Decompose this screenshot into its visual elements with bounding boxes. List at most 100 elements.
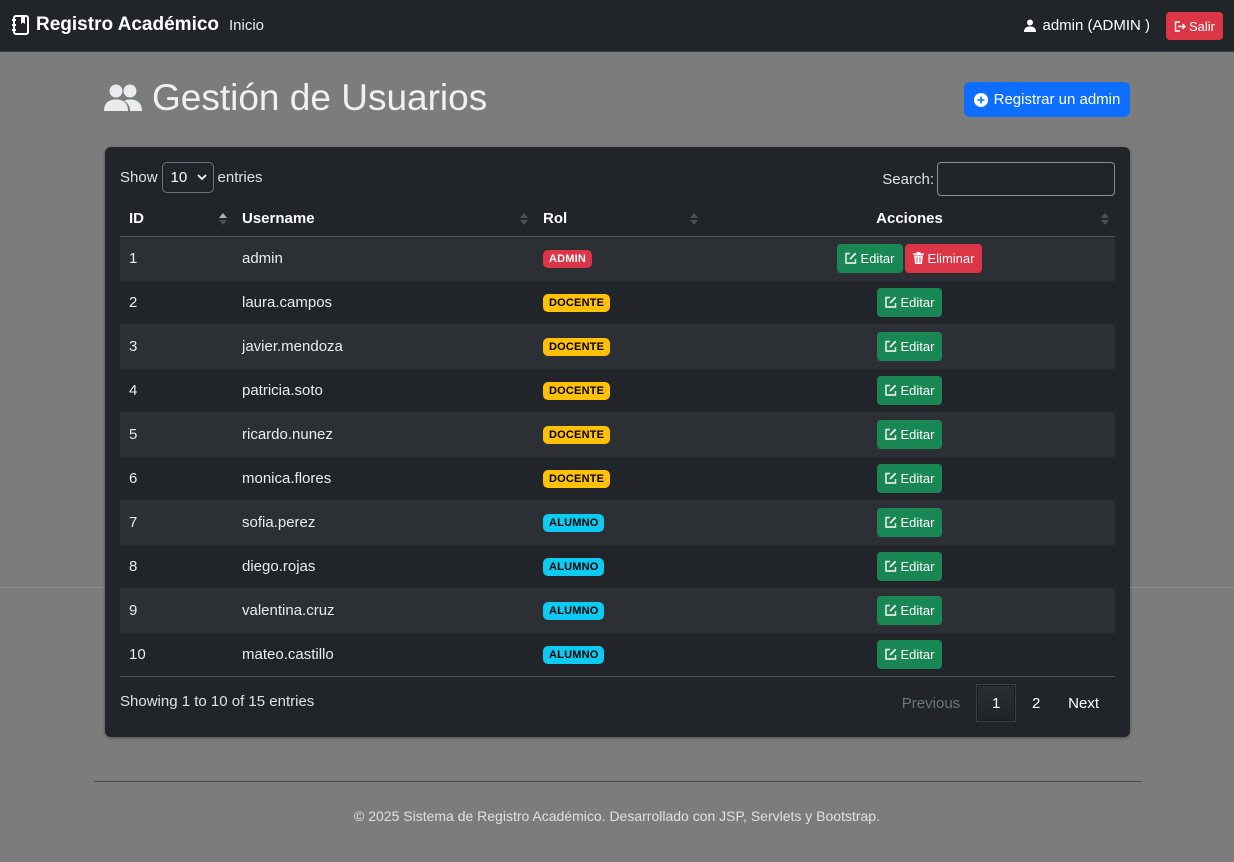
cell-acciones: Editar Eliminar: [704, 236, 1115, 281]
edit-button[interactable]: Editar: [876, 595, 943, 625]
cell-id: 6: [120, 456, 233, 501]
pagination-next[interactable]: Next: [1056, 684, 1115, 722]
cell-rol: ALUMNO: [534, 500, 704, 545]
logout-button[interactable]: Salir: [1166, 12, 1223, 40]
cell-id: 10: [120, 632, 233, 677]
pencil-square-icon: [884, 560, 896, 572]
pencil-square-icon: [884, 296, 896, 308]
length-control: Show 10 entries: [120, 162, 263, 193]
pencil-square-icon: [844, 252, 856, 264]
users-table: ID Username Rol Acciones 1 admin ADMIN E…: [120, 202, 1115, 677]
trash-icon: [912, 252, 924, 264]
table-row: 4 patricia.soto DOCENTE Editar: [120, 368, 1115, 413]
cell-rol: DOCENTE: [534, 280, 704, 325]
cell-rol: DOCENTE: [534, 412, 704, 457]
cell-acciones: Editar: [704, 412, 1115, 457]
current-user: admin (ADMIN ): [1024, 17, 1150, 34]
footer-text: © 2025 Sistema de Registro Académico. De…: [354, 808, 880, 824]
cell-username: laura.campos: [233, 280, 534, 325]
role-badge: DOCENTE: [543, 469, 611, 488]
search-control: Search:: [882, 162, 1115, 196]
delete-button[interactable]: Eliminar: [904, 243, 983, 273]
table-row: 9 valentina.cruz ALUMNO Editar: [120, 588, 1115, 633]
pagination-previous[interactable]: Previous: [890, 684, 976, 722]
table-row: 6 monica.flores DOCENTE Editar: [120, 456, 1115, 501]
cell-acciones: Editar: [704, 544, 1115, 589]
entries-select-value: 10: [170, 169, 188, 186]
cell-rol: DOCENTE: [534, 368, 704, 413]
column-header-acciones[interactable]: Acciones: [704, 202, 1115, 237]
person-icon: [1024, 19, 1037, 32]
table-row: 10 mateo.castillo ALUMNO Editar: [120, 632, 1115, 677]
cell-rol: DOCENTE: [534, 324, 704, 369]
sort-arrows-icon: [690, 213, 698, 225]
pagination-page-1[interactable]: 1: [976, 684, 1017, 722]
edit-button[interactable]: Editar: [836, 243, 903, 273]
register-admin-label: Registrar un admin: [993, 91, 1121, 108]
edit-button[interactable]: Editar: [876, 331, 943, 361]
cell-acciones: Editar: [704, 456, 1115, 501]
table-row: 2 laura.campos DOCENTE Editar: [120, 280, 1115, 325]
page-title: Gestión de Usuarios: [104, 77, 487, 119]
cell-username: javier.mendoza: [233, 324, 534, 369]
logout-label: Salir: [1188, 18, 1215, 34]
cell-username: patricia.soto: [233, 368, 534, 413]
entries-select[interactable]: 10: [161, 162, 214, 193]
cell-username: diego.rojas: [233, 544, 534, 589]
cell-id: 7: [120, 500, 233, 545]
pencil-square-icon: [884, 648, 896, 660]
sort-arrows-icon: [1101, 213, 1109, 225]
search-input[interactable]: [937, 162, 1115, 196]
pencil-square-icon: [884, 516, 896, 528]
nav-link-inicio[interactable]: Inicio: [229, 17, 264, 34]
cell-username: admin: [233, 236, 534, 281]
plus-circle-icon: [973, 92, 988, 107]
edit-button[interactable]: Editar: [876, 463, 943, 493]
table-row: 5 ricardo.nunez DOCENTE Editar: [120, 412, 1115, 457]
people-icon: [104, 84, 142, 111]
cell-id: 3: [120, 324, 233, 369]
cell-acciones: Editar: [704, 632, 1115, 677]
edit-button[interactable]: Editar: [876, 507, 943, 537]
navbar: Registro Académico Inicio admin (ADMIN )…: [0, 0, 1234, 52]
pagination-page-2[interactable]: 2: [1016, 684, 1056, 722]
column-header-rol[interactable]: Rol: [534, 202, 704, 237]
cell-username: mateo.castillo: [233, 632, 534, 677]
table-info: Showing 1 to 10 of 15 entries: [120, 693, 315, 710]
cell-id: 4: [120, 368, 233, 413]
cell-username: valentina.cruz: [233, 588, 534, 633]
cell-id: 9: [120, 588, 233, 633]
table-row: 3 javier.mendoza DOCENTE Editar: [120, 324, 1115, 369]
current-user-label: admin (ADMIN ): [1042, 17, 1150, 34]
column-header-username[interactable]: Username: [233, 202, 534, 237]
role-badge: DOCENTE: [543, 293, 611, 312]
role-badge: DOCENTE: [543, 337, 611, 356]
edit-button[interactable]: Editar: [876, 419, 943, 449]
search-label: Search:: [882, 170, 934, 188]
navbar-brand[interactable]: Registro Académico: [12, 14, 219, 36]
pencil-square-icon: [884, 340, 896, 352]
journal-bookmark-icon: [12, 15, 29, 35]
sort-asc-icon: [219, 213, 227, 225]
pencil-square-icon: [884, 428, 896, 440]
cell-username: monica.flores: [233, 456, 534, 501]
register-admin-button[interactable]: Registrar un admin: [964, 82, 1130, 117]
cell-acciones: Editar: [704, 324, 1115, 369]
page-title-text: Gestión de Usuarios: [152, 77, 488, 118]
cell-id: 8: [120, 544, 233, 589]
column-header-id[interactable]: ID: [120, 202, 233, 237]
edit-button[interactable]: Editar: [876, 639, 943, 669]
edit-button[interactable]: Editar: [876, 551, 943, 581]
show-label: Show: [120, 169, 158, 186]
role-badge: ALUMNO: [543, 513, 605, 532]
cell-rol: ALUMNO: [534, 544, 704, 589]
table-row: 8 diego.rojas ALUMNO Editar: [120, 544, 1115, 589]
entries-label: entries: [217, 169, 263, 186]
edit-button[interactable]: Editar: [876, 375, 943, 405]
role-badge: DOCENTE: [543, 381, 611, 400]
cell-acciones: Editar: [704, 280, 1115, 325]
chevron-down-icon: [196, 174, 207, 181]
edit-button[interactable]: Editar: [876, 287, 943, 317]
brand-label: Registro Académico: [36, 14, 220, 35]
pencil-square-icon: [884, 604, 896, 616]
